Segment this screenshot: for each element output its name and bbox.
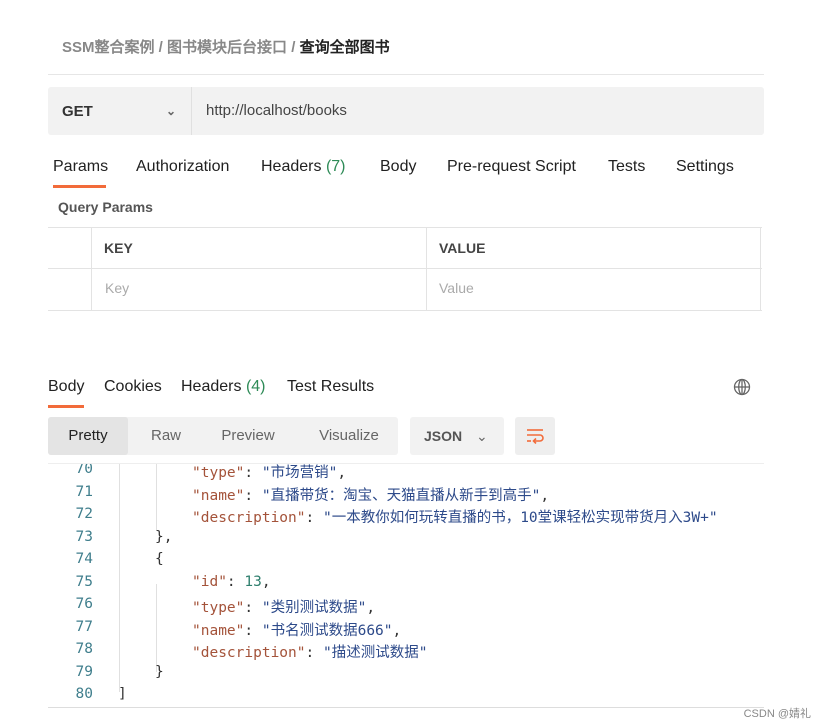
tab-settings[interactable]: Settings — [676, 158, 734, 176]
line-number: 79 — [75, 663, 93, 680]
tab-response-headers[interactable]: Headers (4) — [181, 378, 266, 396]
key-input[interactable]: Key — [105, 280, 129, 296]
code-line: 72 "description": "一本教你如何玩转直播的书，10堂课轻松实现带… — [48, 506, 764, 528]
code-line: 78 "description": "描述测试数据" — [48, 641, 764, 663]
line-number: 75 — [75, 573, 93, 590]
chevron-down-icon: ⌄ — [476, 428, 488, 444]
query-params-title: Query Params — [58, 199, 153, 215]
line-number: 72 — [75, 506, 93, 522]
breadcrumb-item[interactable]: SSM整合案例 — [62, 39, 155, 56]
breadcrumb: SSM整合案例 / 图书模块后台接口 / 查询全部图书 — [62, 39, 390, 56]
line-number: 71 — [75, 483, 93, 500]
line-number: 80 — [75, 686, 93, 702]
code-text: "type": "类别测试数据", — [192, 600, 376, 616]
chevron-down-icon: ⌄ — [166, 104, 177, 118]
method-select[interactable]: GET ⌄ — [48, 87, 192, 135]
line-number: 70 — [75, 463, 93, 477]
active-tab-underline — [48, 405, 84, 408]
active-tab-underline — [53, 185, 106, 188]
divider — [48, 74, 764, 75]
code-line: 75 "id": 13, — [48, 574, 764, 596]
method-label: GET — [62, 102, 93, 120]
tab-pre-request-script[interactable]: Pre-request Script — [447, 158, 576, 176]
code-text: "id": 13, — [192, 573, 271, 590]
code-line: 74 { — [48, 551, 764, 573]
table-header-row — [48, 228, 762, 269]
url-bar: GET ⌄ http://localhost/books — [48, 87, 764, 135]
tab-response-body[interactable]: Body — [48, 378, 84, 408]
visualize-button[interactable]: Visualize — [302, 417, 396, 455]
value-input[interactable]: Value — [439, 280, 474, 296]
raw-button[interactable]: Raw — [136, 417, 196, 455]
tab-test-results[interactable]: Test Results — [287, 378, 374, 396]
divider — [48, 707, 764, 708]
line-number: 77 — [75, 618, 93, 635]
wrap-icon — [527, 429, 544, 444]
code-text: "type": "市场营销", — [192, 465, 347, 481]
query-params-table: KEY VALUE Key Value — [48, 227, 762, 311]
pretty-button[interactable]: Pretty — [48, 417, 128, 455]
code-line: 71 "name": "直播带货：淘宝、天猫直播从新手到高手", — [48, 484, 764, 506]
tab-params[interactable]: Params — [53, 158, 108, 188]
code-line: 70 "type": "市场营销", — [48, 463, 764, 483]
code-line: 80] — [48, 686, 764, 702]
code-text: { — [155, 551, 164, 567]
tab-body[interactable]: Body — [380, 158, 416, 176]
breadcrumb-current: 查询全部图书 — [299, 39, 390, 56]
code-text: "description": "描述测试数据" — [192, 645, 428, 661]
code-text: } — [155, 663, 164, 680]
preview-button[interactable]: Preview — [208, 417, 288, 455]
view-mode-bar: Pretty Raw Preview Visualize — [48, 417, 398, 455]
code-line: 73}, — [48, 529, 764, 551]
code-line: 77 "name": "书名测试数据666", — [48, 619, 764, 641]
url-input[interactable]: http://localhost/books — [206, 102, 347, 119]
watermark: CSDN @婧礼 — [743, 708, 811, 720]
line-number: 74 — [75, 551, 93, 567]
code-text: "name": "书名测试数据666", — [192, 622, 402, 639]
code-line: 79} — [48, 664, 764, 686]
line-number: 78 — [75, 641, 93, 657]
tab-tests[interactable]: Tests — [608, 158, 645, 176]
code-text: "name": "直播带货：淘宝、天猫直播从新手到高手", — [192, 487, 550, 504]
format-select[interactable]: JSON ⌄ — [410, 417, 504, 455]
tab-cookies[interactable]: Cookies — [104, 378, 162, 396]
breadcrumb-item[interactable]: 图书模块后台接口 — [167, 39, 287, 56]
code-line: 76 "type": "类别测试数据", — [48, 596, 764, 618]
code-text: "description": "一本教你如何玩转直播的书，10堂课轻松实现带货月… — [192, 510, 718, 526]
format-label: JSON — [424, 428, 463, 444]
line-number: 76 — [75, 596, 93, 612]
tab-authorization[interactable]: Authorization — [136, 158, 229, 176]
value-header: VALUE — [439, 240, 486, 256]
response-body-editor[interactable]: 70 "type": "市场营销", 71 "name": "直播带货：淘宝、天猫直播… — [48, 463, 764, 702]
wrap-lines-button[interactable] — [515, 417, 555, 455]
code-text: ] — [118, 686, 127, 702]
code-text: }, — [155, 528, 173, 545]
globe-icon[interactable] — [733, 378, 751, 396]
key-header: KEY — [104, 240, 133, 256]
line-number: 73 — [75, 528, 93, 545]
tab-headers[interactable]: Headers (7) — [261, 158, 346, 176]
